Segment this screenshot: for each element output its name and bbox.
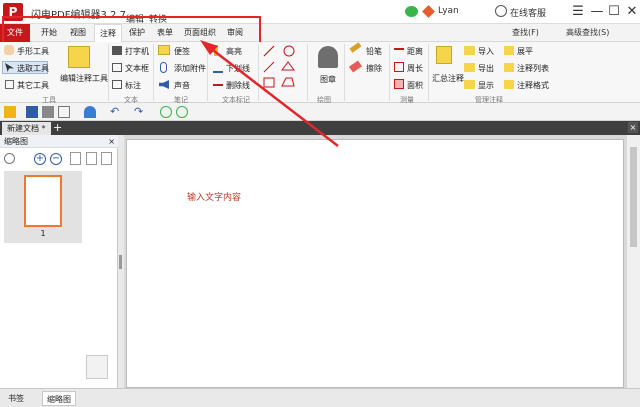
arrow-shaft <box>204 43 339 147</box>
annotation-arrow <box>200 40 339 147</box>
